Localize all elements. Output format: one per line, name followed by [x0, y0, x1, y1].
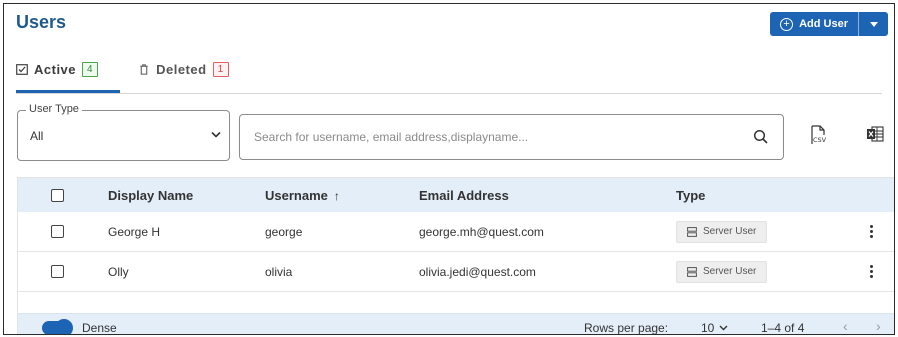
active-count-badge: 4 — [82, 62, 99, 77]
toggle-knob — [55, 319, 73, 334]
user-type-chip: Server User — [676, 260, 768, 283]
table-row[interactable]: Olly olivia olivia.jedi@quest.com Server… — [18, 252, 894, 292]
user-type-chip-label: Server User — [703, 266, 757, 277]
email-cell: olivia.jedi@quest.com — [419, 264, 536, 279]
checkbox-icon — [16, 64, 28, 75]
dense-label: Dense — [82, 321, 117, 335]
search-icon[interactable] — [753, 129, 769, 145]
server-icon — [687, 226, 697, 237]
users-page: Users + Add User Active 4 Deleted 1 User… — [3, 3, 895, 335]
export-excel-button[interactable] — [866, 125, 884, 148]
user-type-value: All — [30, 129, 44, 143]
previous-page-button[interactable]: ‹ — [843, 318, 848, 334]
username-header-label: Username — [265, 187, 328, 203]
select-all-checkbox[interactable] — [51, 188, 64, 202]
add-user-label: Add User — [799, 18, 848, 30]
chevron-down-icon — [211, 131, 221, 138]
row-menu-button[interactable] — [856, 265, 886, 278]
column-header-type[interactable]: Type — [676, 188, 856, 203]
csv-export-icon: CSV — [811, 125, 827, 144]
server-icon — [687, 266, 697, 277]
username-cell: olivia — [265, 264, 293, 279]
pagination-range: 1–4 of 4 — [761, 321, 805, 335]
add-user-button-group: + Add User — [770, 12, 888, 36]
users-table: Display Name Username ↑ Email Address Typ… — [17, 177, 894, 335]
next-page-button[interactable]: › — [876, 318, 881, 334]
export-csv-button[interactable]: CSV — [810, 125, 828, 150]
column-header-email[interactable]: Email Address — [419, 188, 676, 203]
display-name-cell: Olly — [108, 264, 129, 279]
status-tabs: Active 4 Deleted 1 — [16, 62, 229, 77]
add-user-dropdown-button[interactable] — [858, 12, 888, 36]
excel-export-icon — [867, 126, 884, 142]
sort-ascending-icon: ↑ — [333, 188, 340, 203]
rows-per-page-select[interactable]: 10 — [701, 321, 728, 335]
tab-deleted[interactable]: Deleted 1 — [138, 62, 229, 77]
dense-toggle[interactable] — [42, 319, 73, 334]
more-vertical-icon — [869, 265, 873, 278]
tabs-divider — [16, 93, 882, 94]
deleted-count-badge: 1 — [212, 62, 229, 77]
tab-deleted-label: Deleted — [156, 62, 207, 77]
rows-per-page-value: 10 — [701, 321, 715, 335]
row-checkbox[interactable] — [51, 265, 64, 278]
csv-text: CSV — [813, 136, 827, 144]
page-title: Users — [16, 12, 67, 32]
table-header: Display Name Username ↑ Email Address Typ… — [18, 178, 894, 212]
table-footer: Dense Rows per page: 10 1–4 of 4 ‹ › — [18, 313, 894, 335]
username-cell: george — [265, 224, 303, 239]
add-user-button[interactable]: + Add User — [770, 12, 858, 36]
tab-active[interactable]: Active 4 — [16, 62, 99, 77]
trash-icon — [140, 64, 148, 75]
row-menu-button[interactable] — [856, 225, 886, 238]
email-cell: george.mh@quest.com — [419, 224, 544, 239]
caret-down-icon — [869, 21, 878, 27]
user-type-chip: Server User — [676, 220, 768, 243]
column-header-username[interactable]: Username ↑ — [265, 188, 419, 203]
search-placeholder: Search for username, email address,displ… — [254, 130, 529, 144]
add-circle-icon: + — [780, 17, 794, 31]
user-type-chip-label: Server User — [703, 226, 757, 237]
table-row[interactable]: George H george george.mh@quest.com Serv… — [18, 212, 894, 252]
chevron-down-icon — [719, 325, 728, 331]
display-name-cell: George H — [108, 224, 161, 239]
row-checkbox[interactable] — [51, 225, 64, 238]
search-input[interactable]: Search for username, email address,displ… — [239, 114, 784, 160]
user-type-label: User Type — [26, 103, 82, 115]
more-vertical-icon — [869, 225, 873, 238]
column-header-display-name[interactable]: Display Name — [108, 188, 265, 203]
rows-per-page-label: Rows per page: — [584, 321, 669, 335]
tab-active-label: Active — [34, 62, 77, 77]
user-type-select[interactable]: User Type All — [17, 103, 230, 161]
